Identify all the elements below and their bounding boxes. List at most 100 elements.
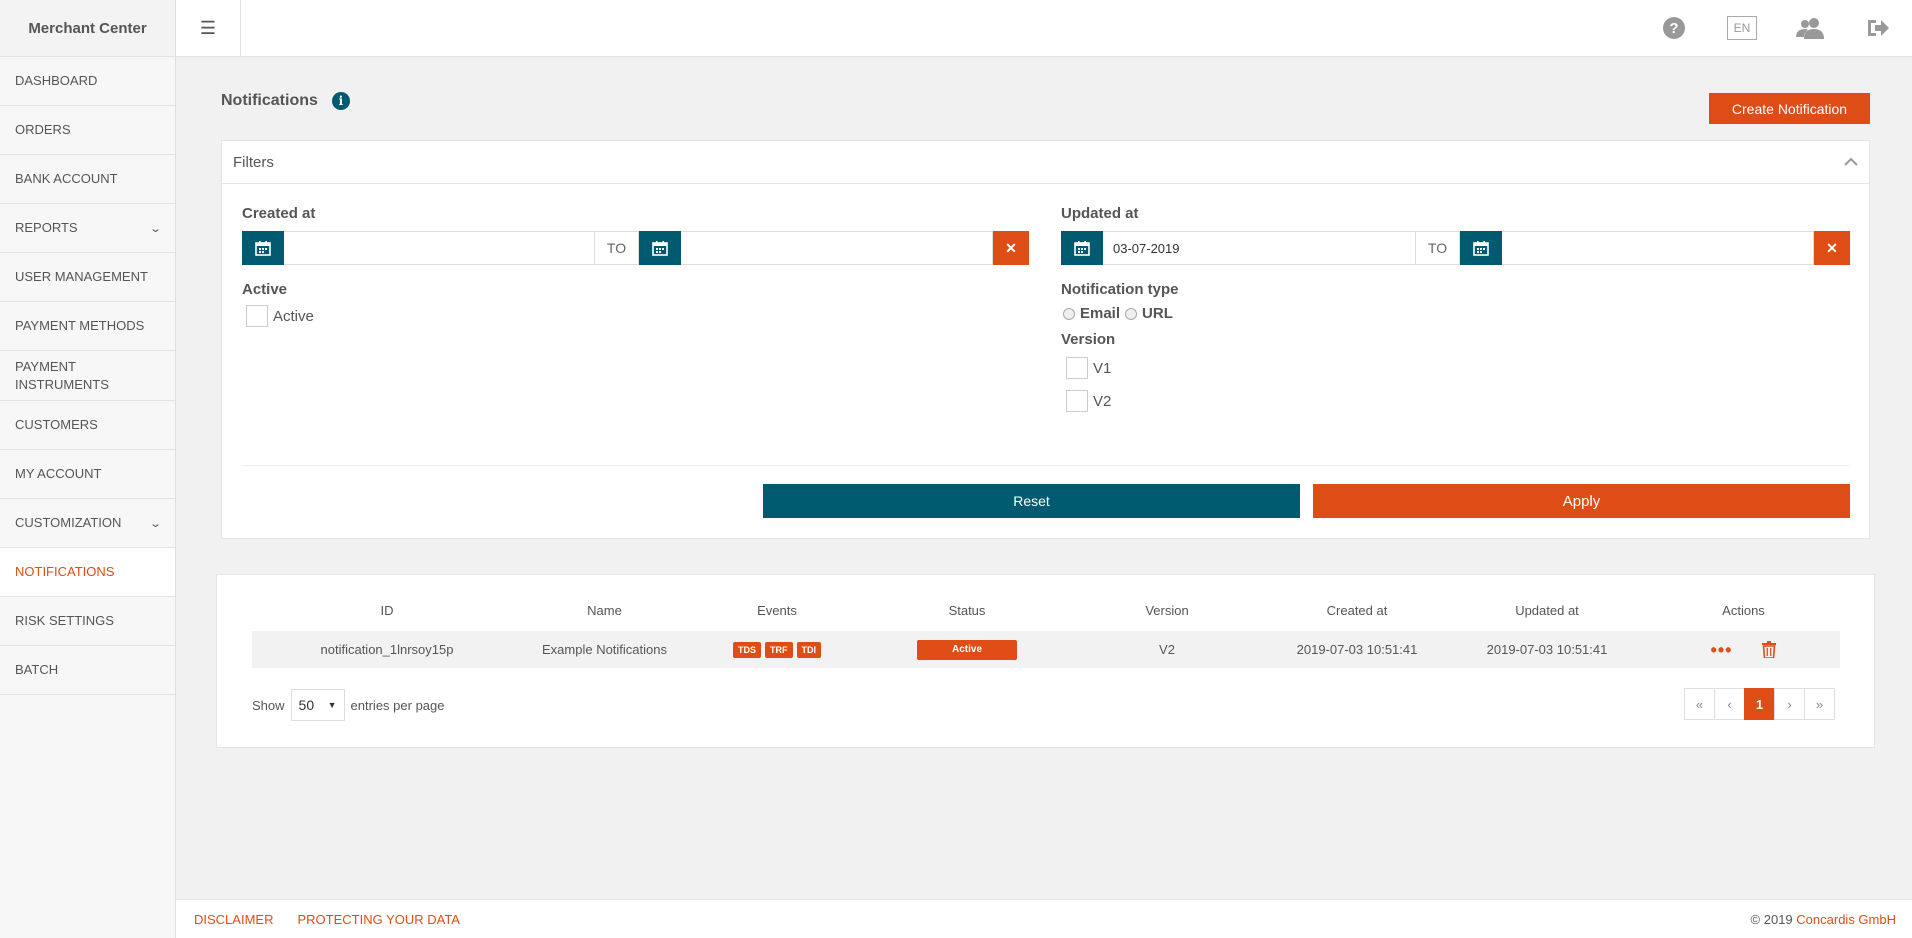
chevron-down-icon: ⌄ [148, 517, 162, 530]
updated-at-from-input[interactable]: 03-07-2019 [1103, 231, 1416, 265]
info-icon[interactable]: i [331, 92, 350, 110]
entries-label: entries per page [350, 697, 445, 713]
url-radio-label: URL [1142, 305, 1173, 322]
sidebar-item-label: ORDERS [15, 122, 71, 137]
column-header-actions: Actions [1722, 602, 1765, 618]
trash-icon[interactable] [1762, 641, 1777, 658]
first-page-button[interactable]: « [1684, 688, 1715, 720]
protecting-data-link[interactable]: PROTECTING YOUR DATA [297, 912, 460, 927]
email-radio[interactable] [1063, 307, 1075, 320]
apply-button[interactable]: Apply [1313, 484, 1850, 518]
sidebar-item-risk-settings[interactable]: RISK SETTINGS [0, 597, 175, 646]
page-size-value: 50 [298, 697, 315, 713]
prev-page-button[interactable]: ‹ [1714, 688, 1745, 720]
users-icon[interactable] [1776, 17, 1844, 39]
help-icon[interactable]: ? [1640, 16, 1708, 40]
updated-at-range: 03-07-2019 TO ✕ [1061, 231, 1850, 265]
checkbox-box[interactable] [1066, 390, 1088, 412]
sidebar-item-payment-instruments[interactable]: PAYMENT INSTRUMENTS [0, 351, 175, 401]
language-icon[interactable]: EN [1708, 16, 1776, 40]
filters-header[interactable]: Filters [222, 141, 1869, 184]
sidebar-item-payment-methods[interactable]: PAYMENT METHODS [0, 302, 175, 351]
email-radio-label: Email [1080, 305, 1121, 322]
sidebar-item-notifications[interactable]: NOTIFICATIONS [0, 548, 175, 597]
cell-updated-at: 2019-07-03 10:51:41 [1486, 642, 1608, 657]
show-label: Show [252, 697, 285, 713]
column-header-version[interactable]: Version [1067, 597, 1267, 623]
disclaimer-link[interactable]: DISCLAIMER [194, 912, 273, 927]
sidebar-item-customization[interactable]: CUSTOMIZATION ⌄ [0, 499, 175, 548]
last-page-button[interactable]: » [1804, 688, 1835, 720]
cell-status: Active [867, 639, 1067, 660]
calendar-icon[interactable] [242, 231, 284, 265]
hamburger-icon[interactable]: ☰ [176, 0, 241, 56]
active-checkbox[interactable]: Active [246, 305, 314, 327]
version-v1-checkbox[interactable]: V1 [1066, 357, 1111, 379]
more-actions-icon[interactable]: ••• [1711, 641, 1733, 659]
created-at-to-input[interactable] [681, 231, 993, 265]
pagination: « ‹ 1 › » [1684, 688, 1835, 720]
calendar-icon[interactable] [1460, 231, 1502, 265]
checkbox-box[interactable] [1066, 357, 1088, 379]
clear-icon[interactable]: ✕ [993, 231, 1029, 265]
table-header: ID Name Events Status Version Created at… [252, 597, 1840, 623]
sidebar-item-label: USER MANAGEMENT [15, 269, 148, 284]
create-notification-button[interactable]: Create Notification [1709, 93, 1870, 124]
sidebar: Merchant Center DASHBOARD ORDERS BANK AC… [0, 0, 176, 938]
sidebar-item-customers[interactable]: CUSTOMERS [0, 401, 175, 450]
sidebar-item-reports[interactable]: REPORTS ⌄ [0, 204, 175, 253]
event-badge: TRF [765, 641, 793, 658]
sidebar-item-user-management[interactable]: USER MANAGEMENT [0, 253, 175, 302]
sidebar-item-label: RISK SETTINGS [15, 613, 114, 628]
updated-at-label: Updated at [1061, 205, 1139, 222]
reset-button[interactable]: Reset [763, 484, 1300, 518]
sidebar-item-my-account[interactable]: MY ACCOUNT [0, 450, 175, 499]
sidebar-item-label: CUSTOMERS [15, 417, 98, 432]
chevron-up-icon[interactable] [1844, 157, 1858, 167]
column-header-updated-at[interactable]: Updated at [1447, 597, 1647, 623]
svg-text:?: ? [1669, 20, 1678, 37]
sidebar-item-orders[interactable]: ORDERS [0, 106, 175, 155]
cell-events: TDS TRF TDI [687, 641, 867, 658]
url-radio[interactable] [1125, 307, 1138, 320]
filters-title: Filters [233, 153, 274, 171]
checkbox-box[interactable] [246, 305, 268, 327]
column-header-events[interactable]: Events [687, 597, 867, 623]
cell-actions: ••• [1647, 641, 1840, 659]
sidebar-item-label: CUSTOMIZATION [15, 515, 122, 530]
column-header-created-at[interactable]: Created at [1267, 597, 1447, 623]
version-v1-label: V1 [1093, 359, 1112, 377]
column-header-id[interactable]: ID [252, 597, 522, 623]
sidebar-item-batch[interactable]: BATCH [0, 646, 175, 695]
page-1-button[interactable]: 1 [1744, 688, 1775, 720]
sidebar-item-bank-account[interactable]: BANK ACCOUNT [0, 155, 175, 204]
table-row[interactable]: notification_1lnrsoy15p Example Notifica… [252, 631, 1840, 668]
column-header-status[interactable]: Status [867, 597, 1067, 623]
sidebar-item-label: MY ACCOUNT [15, 466, 102, 481]
updated-at-to-input[interactable] [1502, 231, 1814, 265]
calendar-icon[interactable] [639, 231, 681, 265]
column-header-name[interactable]: Name [522, 597, 687, 623]
version-v2-checkbox[interactable]: V2 [1066, 390, 1111, 412]
calendar-icon[interactable] [1061, 231, 1103, 265]
copyright-brand[interactable]: Concardis GmbH [1796, 912, 1896, 927]
notifications-table-card: ID Name Events Status Version Created at… [216, 574, 1875, 748]
version-label: Version [1061, 331, 1116, 348]
created-at-range: TO ✕ [242, 231, 1029, 265]
created-at-from-input[interactable] [284, 231, 595, 265]
copyright-prefix: © 2019 [1750, 911, 1793, 927]
updated-at-to-label: TO [1416, 231, 1460, 265]
sidebar-item-dashboard[interactable]: DASHBOARD [0, 57, 175, 106]
page-size-control: Show 50 ▼ entries per page [252, 689, 444, 721]
filters-divider [242, 465, 1850, 466]
page-size-select[interactable]: 50 ▼ [290, 689, 345, 721]
caret-down-icon: ▼ [327, 700, 337, 710]
next-page-button[interactable]: › [1774, 688, 1805, 720]
created-at-label: Created at [242, 205, 316, 222]
clear-icon[interactable]: ✕ [1814, 231, 1850, 265]
topbar: ☰ ? EN [176, 0, 1912, 57]
sidebar-item-label: BATCH [15, 662, 59, 677]
brand-title: Merchant Center [0, 0, 175, 57]
sidebar-item-label: NOTIFICATIONS [15, 564, 115, 579]
logout-icon[interactable] [1844, 17, 1912, 39]
